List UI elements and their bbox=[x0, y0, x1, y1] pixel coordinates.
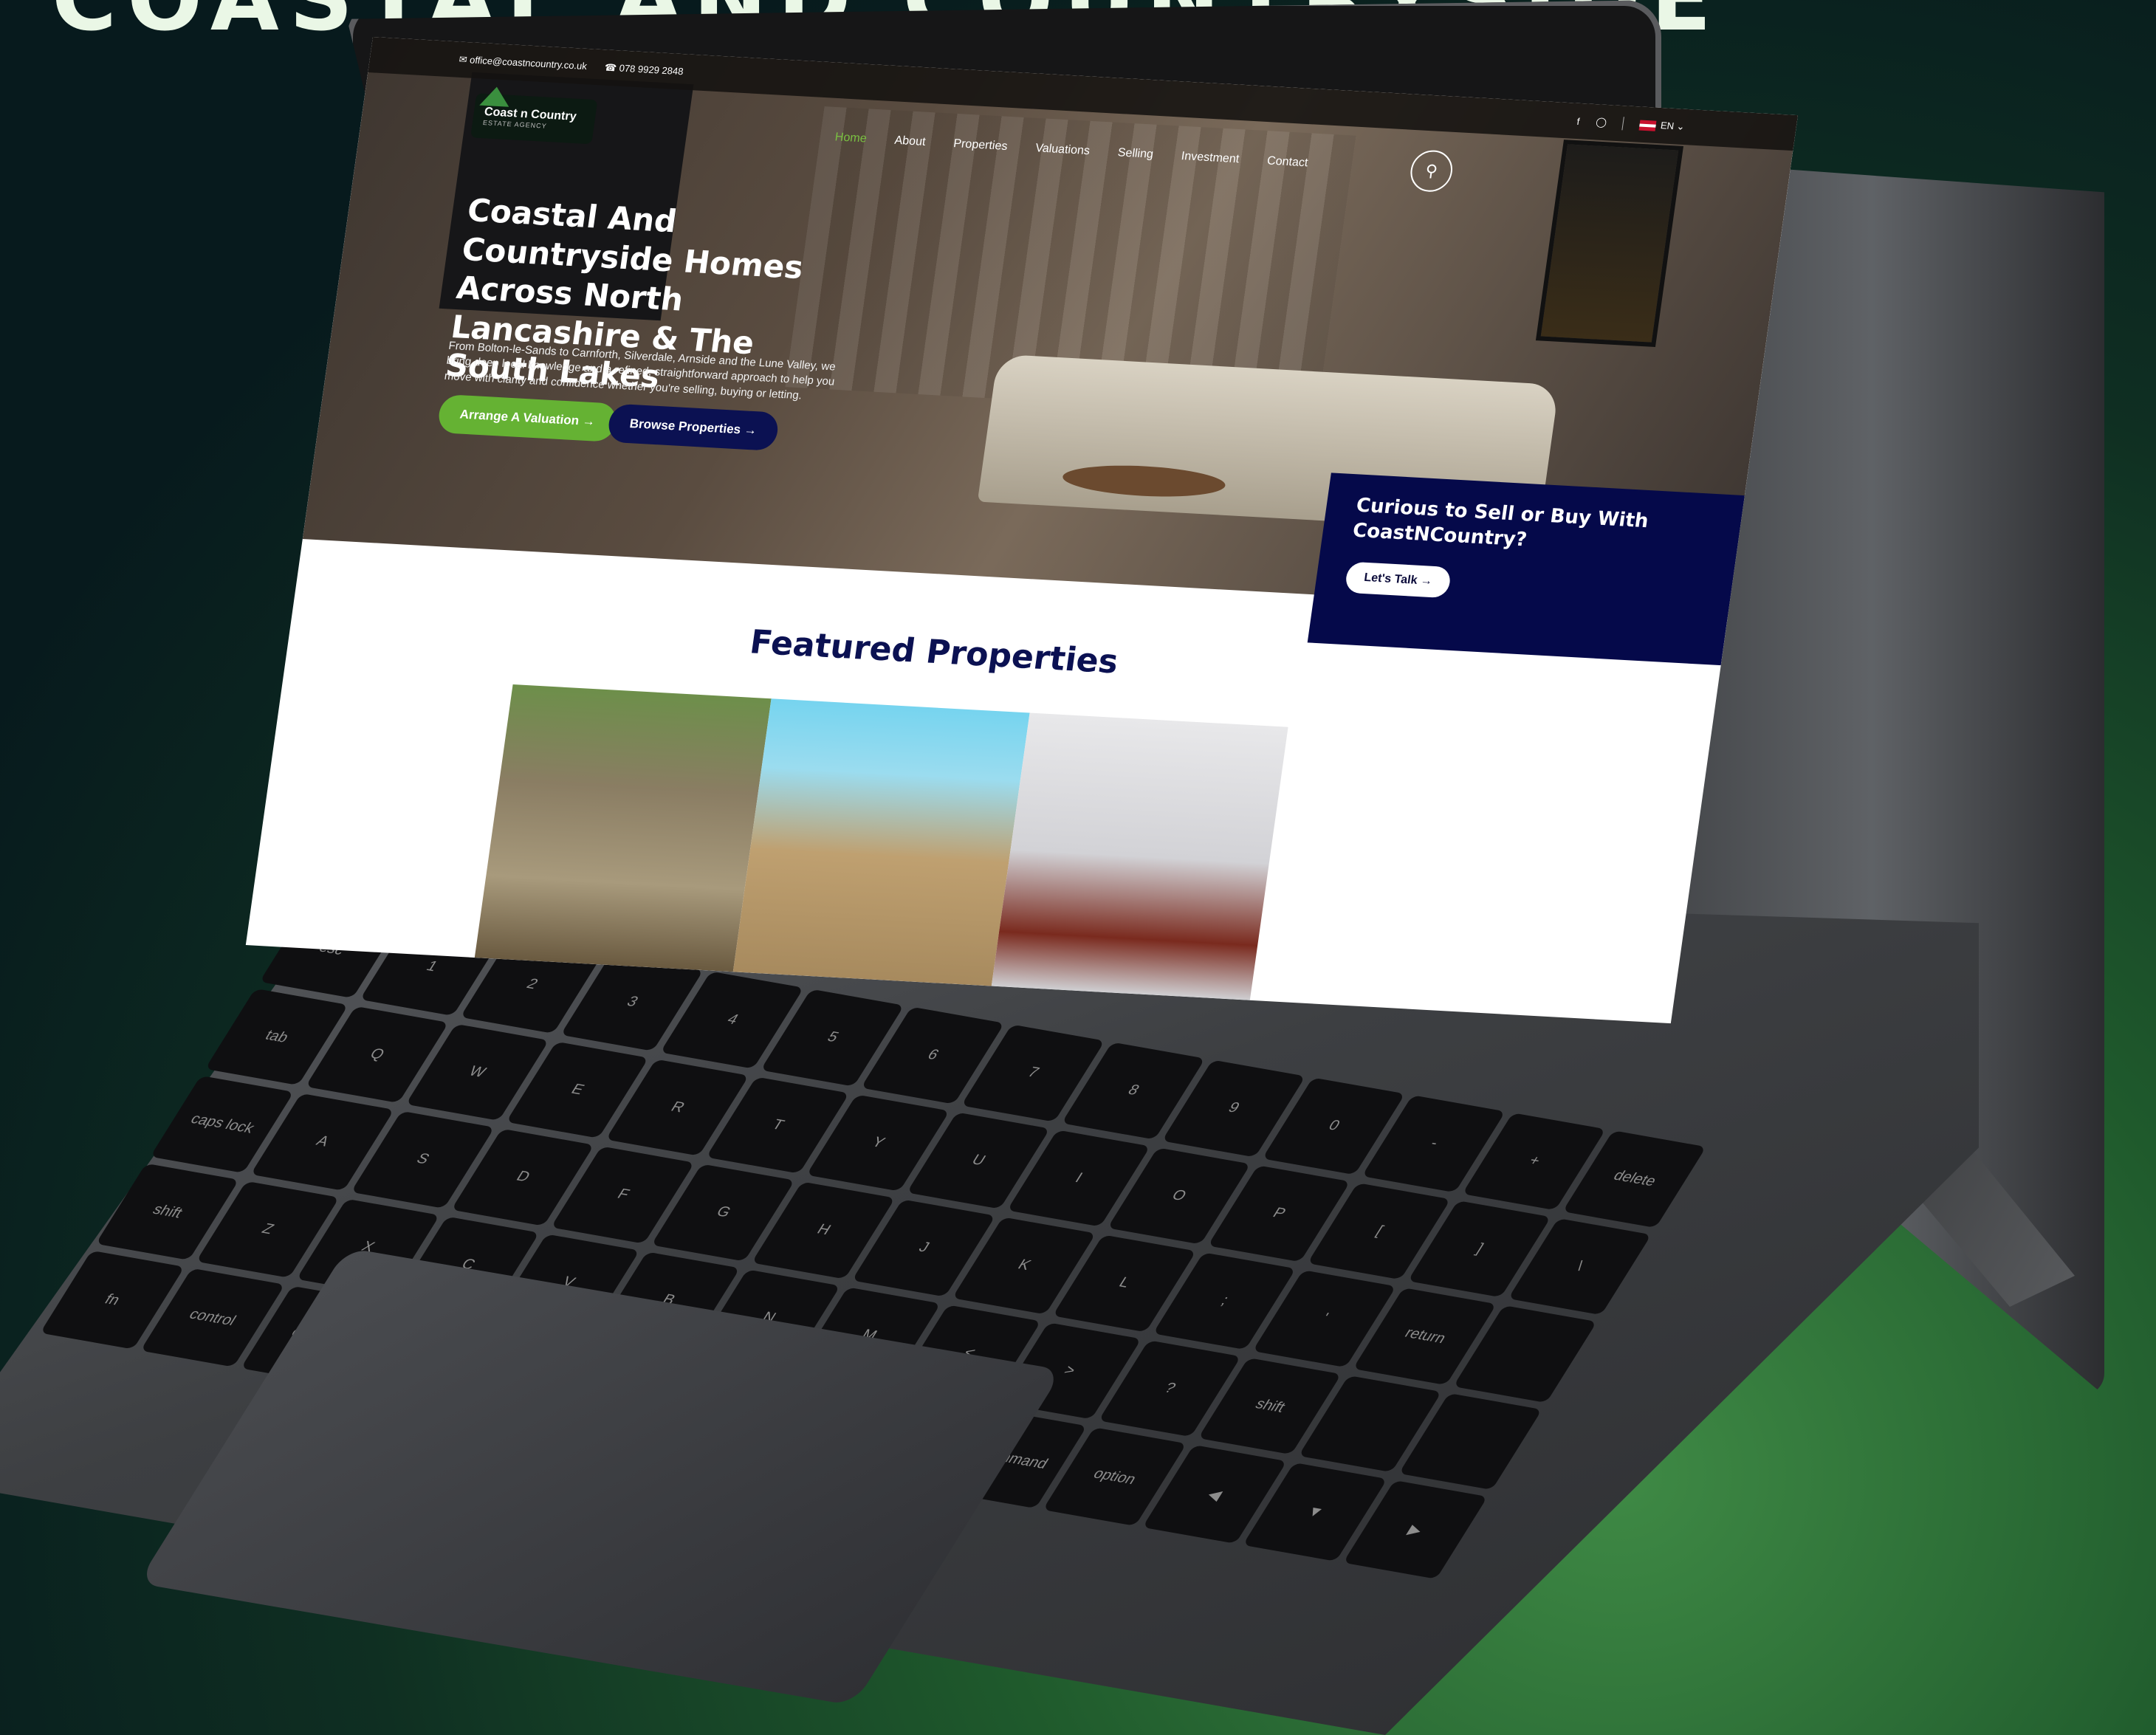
nav-item-valuations[interactable]: Valuations bbox=[1034, 142, 1091, 158]
site-logo[interactable]: Coast n Country ESTATE AGENCY bbox=[470, 86, 598, 145]
language-selector[interactable]: EN ⌄ bbox=[1638, 119, 1686, 133]
email-link[interactable]: ✉ office@coastncountry.co.uk bbox=[459, 54, 588, 73]
property-card[interactable] bbox=[732, 698, 1030, 986]
lets-talk-button[interactable]: Let's Talk → bbox=[1344, 561, 1452, 598]
uk-flag-icon bbox=[1638, 120, 1657, 131]
nav-item-investment[interactable]: Investment bbox=[1181, 150, 1240, 166]
language-label: EN bbox=[1660, 120, 1675, 132]
divider bbox=[1621, 117, 1625, 131]
logo-mountain-icon bbox=[479, 86, 512, 107]
phone-link[interactable]: ☎ 078 9929 2848 bbox=[604, 61, 684, 78]
search-button[interactable]: ⚲ bbox=[1407, 149, 1455, 193]
nav-item-about[interactable]: About bbox=[893, 134, 926, 149]
search-icon: ⚲ bbox=[1424, 161, 1439, 181]
facebook-icon[interactable]: f bbox=[1576, 115, 1581, 126]
instagram-icon[interactable]: ◯ bbox=[1595, 116, 1608, 128]
main-nav: Home About Properties Valuations Selling… bbox=[834, 131, 1309, 170]
property-card[interactable] bbox=[474, 684, 772, 972]
chevron-down-icon: ⌄ bbox=[1675, 120, 1686, 132]
website-screen: ✉ office@coastncountry.co.uk ☎ 078 9929 … bbox=[245, 37, 1798, 1024]
arrange-valuation-button[interactable]: Arrange A Valuation → bbox=[436, 394, 619, 442]
featured-properties-title: Featured Properties bbox=[747, 623, 1121, 681]
nav-item-home[interactable]: Home bbox=[834, 131, 868, 145]
nav-item-contact[interactable]: Contact bbox=[1266, 154, 1309, 170]
email-text: office@coastncountry.co.uk bbox=[469, 54, 588, 72]
property-card[interactable] bbox=[991, 712, 1288, 1000]
cta-title: Curious to Sell or Buy With CoastNCountr… bbox=[1351, 494, 1650, 552]
phone-text: 078 9929 2848 bbox=[618, 62, 684, 78]
nav-item-selling[interactable]: Selling bbox=[1117, 146, 1154, 162]
browse-properties-button[interactable]: Browse Properties → bbox=[606, 403, 780, 451]
featured-properties-list bbox=[474, 684, 1288, 1000]
cta-panel: Curious to Sell or Buy With CoastNCountr… bbox=[1307, 473, 1745, 666]
nav-item-properties[interactable]: Properties bbox=[952, 137, 1008, 154]
